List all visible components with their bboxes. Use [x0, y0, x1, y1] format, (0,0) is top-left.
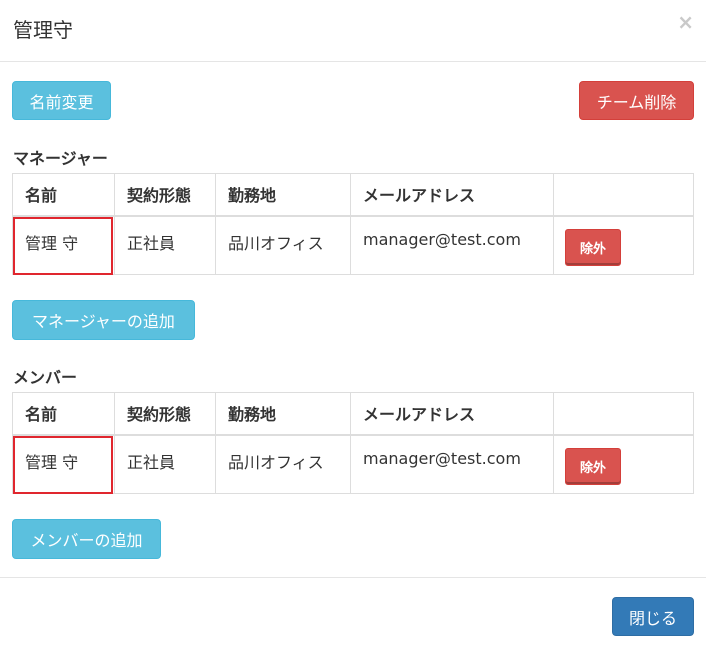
add-manager-button[interactable]: マネージャーの追加	[12, 300, 195, 340]
modal-footer: 閉じる	[0, 577, 706, 649]
table-row: 管理 守 正社員 品川オフィス manager@test.com 除外	[12, 434, 694, 494]
cell-name-text: 管理 守	[25, 452, 79, 472]
rename-button[interactable]: 名前変更	[12, 81, 111, 120]
column-header-contract: 契約形態	[114, 173, 216, 217]
cell-contract: 正社員	[114, 215, 216, 275]
column-header-contract: 契約形態	[114, 392, 216, 436]
remove-manager-button[interactable]: 除外	[565, 228, 621, 266]
column-header-email: メールアドレス	[350, 173, 554, 217]
cell-contract: 正社員	[114, 434, 216, 494]
table-header-row: 名前 契約形態 勤務地 メールアドレス	[12, 392, 694, 436]
members-section-title: メンバー	[13, 368, 78, 387]
modal-title: 管理守	[13, 18, 73, 42]
managers-table: 名前 契約形態 勤務地 メールアドレス 管理 守 正社員 品川オフィス mana…	[12, 173, 694, 275]
cell-name: 管理 守	[12, 434, 115, 494]
cell-actions: 除外	[553, 434, 694, 494]
column-header-name: 名前	[12, 392, 115, 436]
column-header-email: メールアドレス	[350, 392, 554, 436]
remove-member-button[interactable]: 除外	[565, 447, 621, 485]
close-modal-button[interactable]: 閉じる	[612, 597, 694, 636]
column-header-actions	[553, 173, 694, 217]
members-table: 名前 契約形態 勤務地 メールアドレス 管理 守 正社員 品川オフィス mana…	[12, 392, 694, 494]
column-header-location: 勤務地	[215, 392, 351, 436]
cell-name: 管理 守	[12, 215, 115, 275]
column-header-actions	[553, 392, 694, 436]
close-icon[interactable]: ×	[677, 12, 694, 32]
cell-email: manager@test.com	[350, 215, 554, 275]
cell-location: 品川オフィス	[215, 434, 351, 494]
column-header-name: 名前	[12, 173, 115, 217]
column-header-location: 勤務地	[215, 173, 351, 217]
managers-section-title: マネージャー	[13, 149, 108, 168]
modal-header: 管理守 ×	[0, 0, 706, 62]
delete-team-button[interactable]: チーム削除	[579, 81, 694, 120]
table-header-row: 名前 契約形態 勤務地 メールアドレス	[12, 173, 694, 217]
cell-location: 品川オフィス	[215, 215, 351, 275]
cell-actions: 除外	[553, 215, 694, 275]
table-row: 管理 守 正社員 品川オフィス manager@test.com 除外	[12, 215, 694, 275]
team-modal: 管理守 × 名前変更 チーム削除 マネージャー 名前 契約形態 勤務地 メールア…	[0, 0, 706, 649]
cell-email: manager@test.com	[350, 434, 554, 494]
add-member-button[interactable]: メンバーの追加	[12, 519, 161, 559]
cell-name-text: 管理 守	[25, 233, 79, 253]
